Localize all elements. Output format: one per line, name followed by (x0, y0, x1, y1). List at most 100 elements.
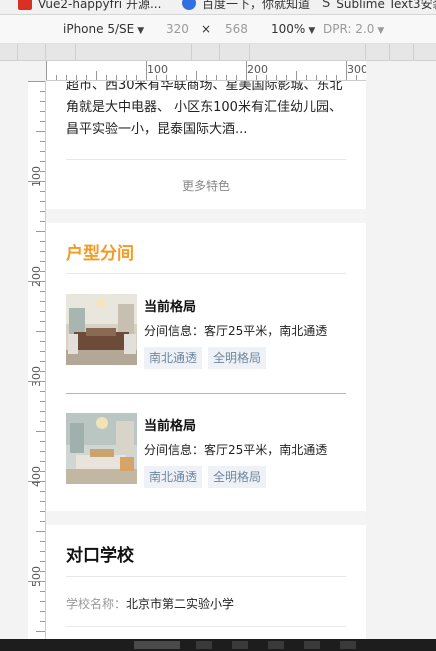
ruler-tick (28, 181, 45, 182)
divider (66, 393, 346, 394)
browser-tab-label: Sublime Text3安装 (336, 0, 436, 11)
ruler-tick (306, 75, 307, 80)
ruler-tick (226, 75, 227, 80)
divider (66, 159, 346, 160)
ruler-tick (40, 511, 45, 512)
ruler-tick (40, 401, 45, 402)
dpr-select[interactable]: DPR: 2.0 ▼ (323, 22, 384, 36)
divider (66, 273, 346, 274)
zoom-value: 100% (271, 22, 306, 36)
os-taskbar (0, 639, 436, 651)
baidu-paw-icon (182, 0, 196, 10)
ruler-tick (326, 75, 327, 80)
ruler-tick (40, 291, 45, 292)
browser-tab-strip: Vue2-happyfri 开源... 百度一下，你就知道 S Sublime … (0, 0, 436, 15)
ruler-tick (40, 101, 45, 102)
section-title: 户型分间 (66, 244, 134, 264)
ruler-tick (40, 311, 45, 312)
media-query-bar[interactable] (0, 44, 436, 61)
ruler-tick (106, 75, 107, 80)
ruler-tick (40, 301, 45, 302)
ruler-tick (40, 341, 45, 342)
ruler-tick (36, 531, 45, 532)
ruler-tick (40, 501, 45, 502)
device-viewport: 超市、西30米有华联商场、星美国际影城、东北角就是大中电器、 小区东100米有汇… (46, 81, 366, 639)
browser-tab[interactable]: S Sublime Text3安装 (322, 0, 436, 13)
tag: 南北通透 (144, 466, 203, 488)
floor-plan-name: 当前格局 (144, 300, 197, 315)
taskbar-item[interactable] (196, 641, 212, 649)
taskbar-item[interactable] (340, 641, 356, 649)
ruler-tick (196, 71, 197, 80)
ruler-tick (40, 241, 45, 242)
ruler-tick (206, 75, 207, 80)
ruler-tick (40, 471, 45, 472)
taskbar-item[interactable] (304, 641, 320, 649)
features-card: 超市、西30米有华联商场、星美国际影城、东北角就是大中电器、 小区东100米有汇… (46, 81, 366, 209)
floor-plan-item[interactable]: 当前格局 分间信息：客厅25平米，南北通透 南北通透 全明格局 (66, 413, 346, 488)
device-toolbar: iPhone 5/SE ▼ 320 × 568 100% ▼ DPR: 2.0 ▼ (0, 15, 436, 44)
ruler-tick (176, 75, 177, 80)
browser-tab[interactable]: 百度一下，你就知道 (182, 0, 310, 13)
ruler-tick (40, 161, 45, 162)
more-features-link[interactable]: 更多特色 (46, 177, 366, 194)
ruler-tick (256, 75, 257, 80)
ruler-tick (28, 81, 45, 82)
taskbar-item[interactable] (232, 641, 248, 649)
ruler-tick (116, 75, 117, 80)
ruler-tick (66, 75, 67, 80)
browser-tab[interactable]: Vue2-happyfri 开源... (18, 0, 161, 13)
ruler-tick (36, 431, 45, 432)
ruler-label: 200 (30, 266, 43, 287)
ruler-tick (36, 231, 45, 232)
ruler-tick (40, 261, 45, 262)
dpr-value: DPR: 2.0 (323, 22, 375, 36)
ruler-tick (40, 111, 45, 112)
ruler-tick (40, 421, 45, 422)
room-photo (66, 294, 137, 365)
zoom-select[interactable]: 100% ▼ (271, 22, 315, 36)
ruler-tick (146, 61, 147, 80)
ruler-tick (236, 75, 237, 80)
divider (66, 576, 346, 577)
ruler-tick (126, 75, 127, 80)
ruler-tick (346, 61, 347, 80)
ruler-tick (40, 151, 45, 152)
tag-list: 南北通透 全明格局 (144, 466, 267, 488)
ruler-tick (40, 321, 45, 322)
ruler-tick (266, 75, 267, 80)
ruler-tick (286, 75, 287, 80)
ruler-tick (40, 411, 45, 412)
ruler-top: 100 200 300 (46, 61, 366, 81)
height-input[interactable]: 568 (225, 22, 248, 36)
ruler-tick (336, 75, 337, 80)
ruler-tick (40, 211, 45, 212)
ruler-tick (28, 381, 45, 382)
chevron-down-icon: ▼ (137, 26, 145, 36)
floor-plan-info: 分间信息：客厅25平米，南北通透 (144, 324, 328, 338)
ruler-tick (356, 75, 357, 80)
chevron-down-icon: ▼ (308, 26, 316, 36)
ruler-tick (40, 591, 45, 592)
width-input[interactable]: 320 (166, 22, 189, 36)
ruler-label: 100 (147, 63, 168, 76)
ruler-tick (40, 361, 45, 362)
device-select[interactable]: iPhone 5/SE ▼ (63, 22, 144, 36)
ruler-tick (40, 441, 45, 442)
school-row: 学校名称：北京市第二实验小学 (66, 595, 234, 612)
floor-plan-item[interactable]: 当前格局 分间信息：客厅25平米，南北通透 南北通透 全明格局 (66, 294, 346, 369)
ruler-tick (40, 601, 45, 602)
taskbar-item[interactable] (134, 641, 180, 649)
ruler-tick (40, 451, 45, 452)
floor-plan-name: 当前格局 (144, 419, 197, 434)
ruler-tick (40, 141, 45, 142)
ruler-tick (36, 131, 45, 132)
taskbar-item[interactable] (268, 641, 284, 649)
ruler-tick (96, 71, 97, 80)
floor-plan-info: 分间信息：客厅25平米，南北通透 (144, 443, 328, 457)
ruler-tick (156, 75, 157, 80)
ruler-tick (36, 631, 45, 632)
ruler-tick (40, 191, 45, 192)
ruler-label: 200 (247, 63, 268, 76)
school-name: 北京市第二实验小学 (126, 597, 235, 611)
